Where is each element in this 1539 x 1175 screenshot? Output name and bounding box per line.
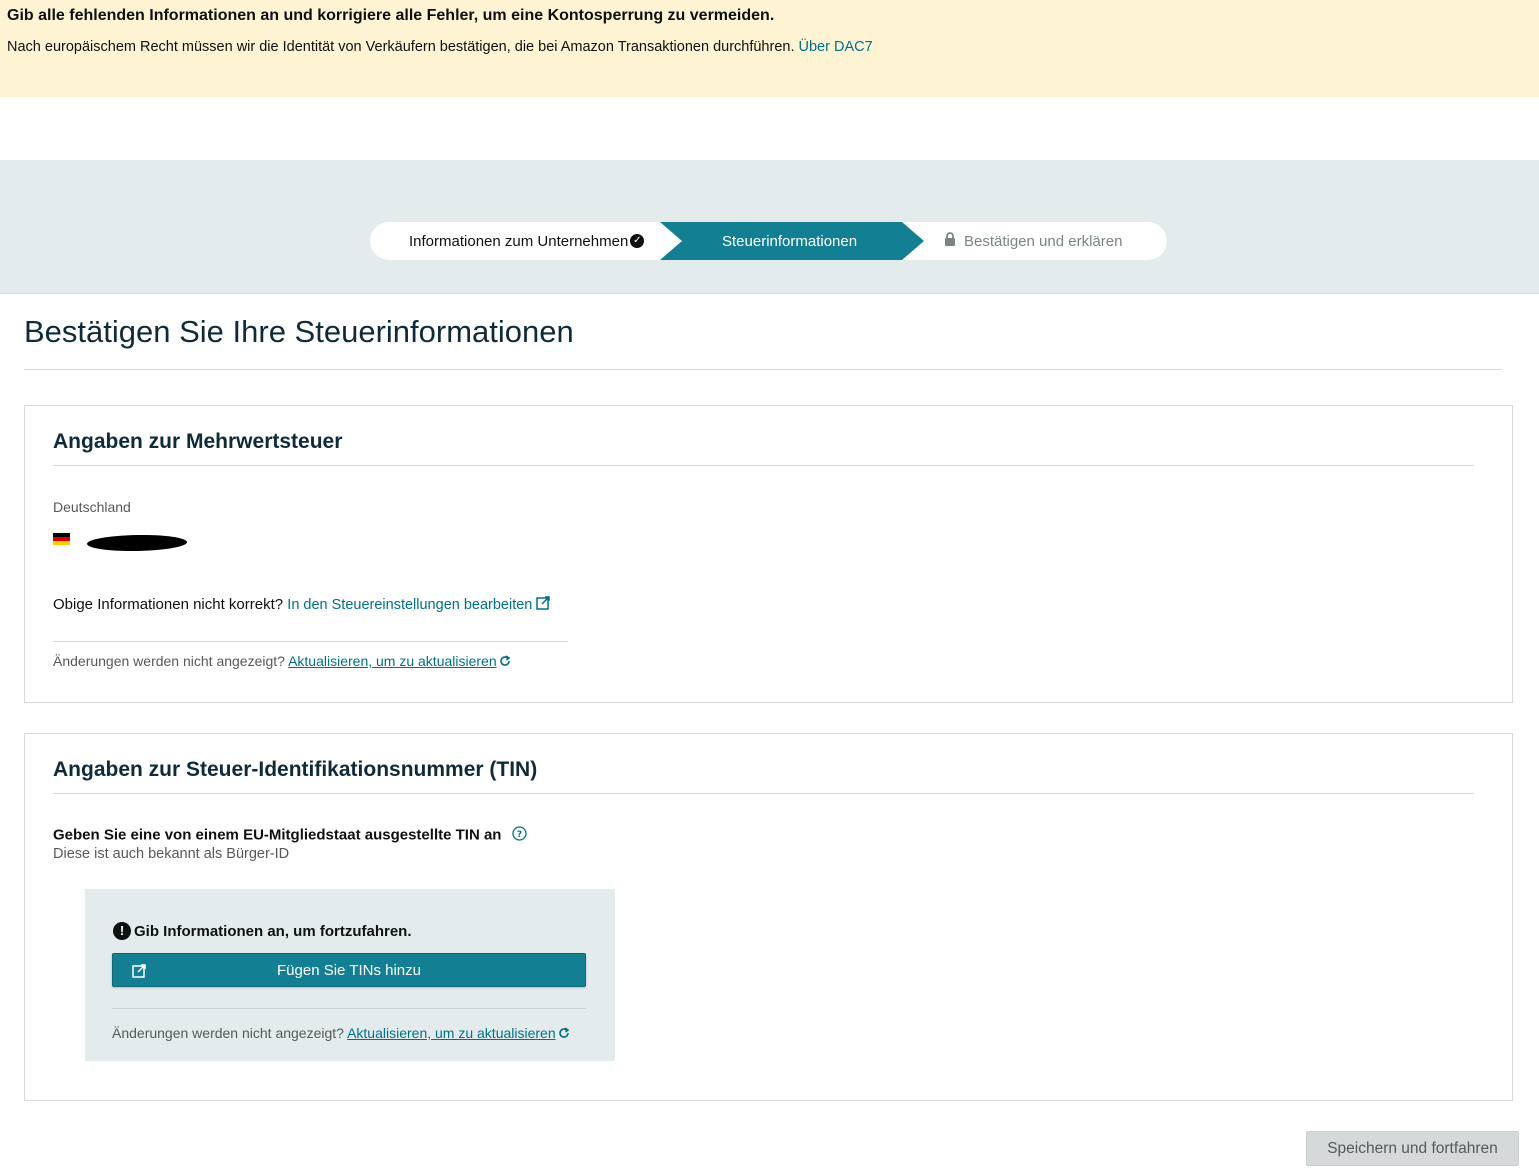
step-1-label: Informationen zum Unternehmen [409, 232, 629, 250]
svg-text:?: ? [517, 830, 522, 840]
panel-divider [112, 1008, 586, 1009]
alert-message: ! Gib Informationen an, um fortzufahren. [113, 922, 412, 940]
vat-heading: Angaben zur Mehrwertsteuer [53, 430, 343, 453]
add-tins-label: Fügen Sie TINs hinzu [277, 961, 421, 979]
step-tax-info[interactable]: Steuerinformationen [722, 222, 857, 260]
add-tins-button[interactable]: Fügen Sie TINs hinzu [112, 953, 586, 987]
step-confirm: Bestätigen und erklären [944, 222, 1122, 260]
tin-refresh-label: Aktualisieren, um zu aktualisieren [347, 1025, 556, 1041]
redacted-vat-number [86, 534, 188, 552]
vat-refresh-link[interactable]: Aktualisieren, um zu aktualisieren [288, 653, 497, 669]
tin-changes-text: Änderungen werden nicht angezeigt? [112, 1025, 344, 1041]
progress-band: Informationen zum Unternehmen ✓ Steuerin… [0, 160, 1539, 294]
tin-subtext: Diese ist auch bekannt als Bürger-ID [53, 846, 290, 862]
alert-text: Gib Informationen an, um fortzufahren. [134, 922, 412, 940]
vat-refresh-label: Aktualisieren, um zu aktualisieren [288, 653, 497, 669]
step-company-info[interactable]: Informationen zum Unternehmen ✓ [409, 222, 645, 260]
lock-icon [944, 232, 956, 250]
country-label: Deutschland [53, 499, 131, 515]
incorrect-text: Obige Informationen nicht korrekt? [53, 596, 284, 613]
save-and-continue-button[interactable]: Speichern und fortfahren [1306, 1131, 1519, 1166]
incorrect-info-line: Obige Informationen nicht korrekt? In de… [53, 596, 551, 614]
tin-card: Angaben zur Steuer-Identifikationsnummer… [24, 733, 1513, 1101]
vat-short-divider [53, 641, 568, 642]
banner-text: Nach europäischem Recht müssen wir die I… [7, 39, 795, 55]
about-dac7-link[interactable]: Über DAC7 [799, 39, 873, 55]
vat-divider [53, 465, 1474, 466]
banner-title: Gib alle fehlenden Informationen an und … [7, 7, 775, 24]
tin-heading: Angaben zur Steuer-Identifikationsnummer… [53, 758, 538, 781]
tin-refresh-line: Änderungen werden nicht angezeigt? Aktua… [112, 1025, 570, 1042]
alert-icon: ! [113, 922, 131, 940]
tin-refresh-link[interactable]: Aktualisieren, um zu aktualisieren [347, 1025, 556, 1041]
page-title: Bestätigen Sie Ihre Steuerinformationen [24, 314, 574, 349]
refresh-icon [499, 654, 511, 670]
check-circle-icon: ✓ [630, 234, 645, 248]
edit-link-label: In den Steuereinstellungen bearbeiten [287, 597, 533, 613]
banner-body: Nach europäischem Recht müssen wir die I… [7, 39, 873, 55]
tin-divider [53, 793, 1474, 794]
tin-prompt: Geben Sie eine von einem EU-Mitgliedstaa… [53, 826, 527, 845]
edit-tax-settings-link[interactable]: In den Steuereinstellungen bearbeiten [287, 596, 551, 614]
vat-refresh-line: Änderungen werden nicht angezeigt? Aktua… [53, 653, 511, 670]
help-icon[interactable]: ? [511, 826, 527, 845]
tin-action-panel: ! Gib Informationen an, um fortzufahren.… [85, 889, 615, 1061]
refresh-icon [558, 1026, 570, 1042]
external-link-icon [132, 964, 146, 982]
step-3-label: Bestätigen und erklären [964, 232, 1123, 250]
warning-banner: Gib alle fehlenden Informationen an und … [0, 0, 1539, 97]
vat-card: Angaben zur Mehrwertsteuer Deutschland O… [24, 405, 1513, 703]
title-divider [24, 369, 1502, 370]
vat-changes-text: Änderungen werden nicht angezeigt? [53, 653, 285, 669]
progress-stepper: Informationen zum Unternehmen ✓ Steuerin… [370, 222, 1167, 260]
external-link-icon [536, 596, 551, 614]
tin-prompt-text: Geben Sie eine von einem EU-Mitgliedstaa… [53, 826, 502, 844]
germany-flag-icon [53, 533, 70, 545]
step-2-label: Steuerinformationen [722, 232, 858, 250]
